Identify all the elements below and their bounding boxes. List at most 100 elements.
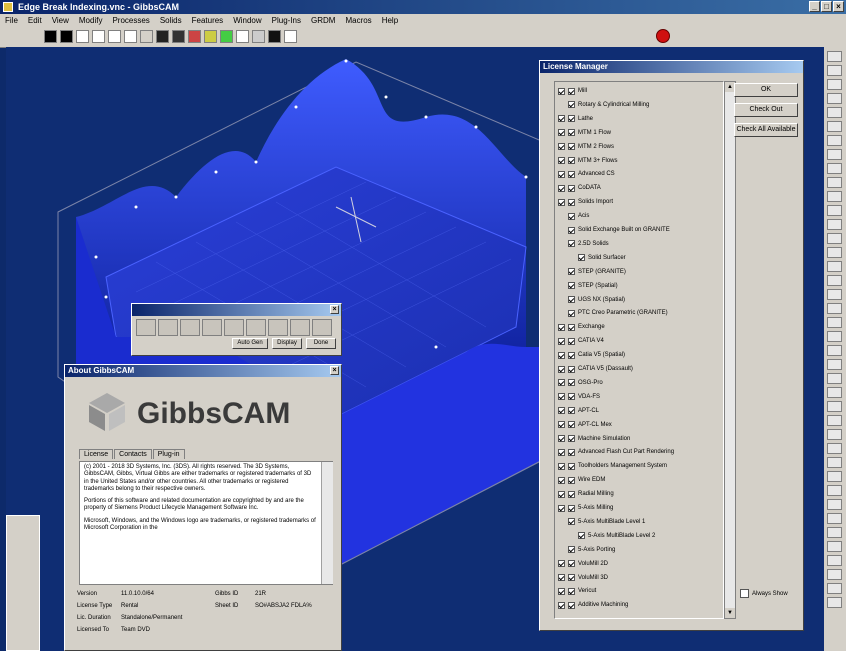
tool-button[interactable] [180, 319, 200, 336]
palette-button[interactable] [827, 275, 842, 286]
checkbox-icon[interactable] [558, 87, 565, 95]
menu-view[interactable]: View [47, 14, 74, 27]
checkbox-icon[interactable] [558, 574, 565, 581]
palette-button[interactable] [827, 219, 842, 230]
module-item[interactable]: Machine Simulation [558, 434, 630, 444]
minimize-button[interactable]: _ [809, 1, 820, 12]
checkbox-icon[interactable] [558, 587, 565, 595]
checkbox-icon[interactable] [558, 504, 565, 512]
module-item[interactable]: PTC Creo Parametric (GRANITE) [568, 308, 668, 318]
checkbox-icon[interactable] [558, 365, 565, 373]
checkbox-icon[interactable] [558, 448, 565, 456]
checkbox-icon[interactable] [568, 393, 575, 401]
tool-button[interactable] [268, 319, 288, 336]
module-item[interactable]: MTM 2 Flows [558, 142, 614, 152]
checkbox-icon[interactable] [568, 170, 575, 178]
checkbox-icon[interactable] [558, 198, 565, 206]
module-item[interactable]: UGS NX (Spatial) [568, 295, 625, 305]
palette-button[interactable] [827, 401, 842, 412]
palette-button[interactable] [827, 65, 842, 76]
module-list-scrollbar[interactable]: ▲ ▼ [724, 81, 736, 619]
palette-button[interactable] [827, 429, 842, 440]
checkbox-icon[interactable] [568, 240, 575, 248]
toolbar-button[interactable] [204, 30, 217, 43]
display-button[interactable]: Display [272, 338, 302, 349]
module-item[interactable]: APT-CL Mex [558, 420, 612, 430]
checkbox-icon[interactable] [568, 504, 575, 512]
toolbar-button[interactable] [236, 30, 249, 43]
module-item[interactable]: 5-Axis MultiBlade Level 1 [568, 517, 645, 527]
module-item[interactable]: 5-Axis Milling [558, 503, 613, 513]
module-item[interactable]: Vericut [558, 586, 596, 596]
palette-button[interactable] [827, 527, 842, 538]
checkbox-icon[interactable] [568, 157, 575, 164]
palette-button[interactable] [827, 387, 842, 398]
module-item[interactable]: Catia V5 (Spatial) [558, 350, 625, 360]
check-out-button[interactable]: Check Out [734, 103, 798, 117]
checkbox-icon[interactable] [568, 421, 575, 429]
module-item[interactable]: VDA-FS [558, 392, 600, 402]
checkbox-icon[interactable] [558, 476, 565, 484]
checkbox-icon[interactable] [568, 282, 575, 290]
checkbox-icon[interactable] [578, 254, 585, 262]
checkbox-icon[interactable] [568, 546, 575, 554]
toolbar-button[interactable] [172, 30, 185, 43]
checkbox-icon[interactable] [568, 574, 575, 581]
checkbox-icon[interactable] [558, 407, 565, 415]
palette-button[interactable] [827, 51, 842, 62]
palette-button[interactable] [827, 261, 842, 272]
checkbox-icon[interactable] [568, 490, 575, 498]
module-item[interactable]: VoluMill 2D [558, 559, 608, 569]
checkbox-icon[interactable] [558, 435, 565, 442]
tab-license[interactable]: License [79, 449, 114, 459]
module-item[interactable]: 5-Axis Porting [568, 545, 615, 555]
palette-button[interactable] [827, 569, 842, 580]
menu-window[interactable]: Window [228, 14, 266, 27]
module-item[interactable]: Solid Exchange Built on GRANITE [568, 225, 670, 235]
palette-button[interactable] [827, 331, 842, 342]
always-show-checkbox[interactable]: Always Show [740, 589, 788, 598]
checkbox-icon[interactable] [568, 212, 575, 220]
toolbar-button[interactable] [92, 30, 105, 43]
maximize-button[interactable]: □ [821, 1, 832, 12]
palette-button[interactable] [827, 163, 842, 174]
tool-button[interactable] [246, 319, 266, 336]
module-item[interactable]: 2.5D Solids [568, 239, 609, 249]
palette-button[interactable] [827, 415, 842, 426]
module-item[interactable]: Solids Import [558, 197, 613, 207]
checkbox-icon[interactable] [558, 560, 565, 568]
checkbox-icon[interactable] [568, 601, 575, 609]
checkbox-icon[interactable] [568, 448, 575, 456]
checkbox-icon[interactable] [558, 157, 565, 164]
palette-button[interactable] [827, 471, 842, 482]
palette-button[interactable] [827, 457, 842, 468]
tool-button[interactable] [312, 319, 332, 336]
menu-file[interactable]: File [0, 14, 23, 27]
checkbox-icon[interactable] [568, 101, 575, 109]
checkbox-icon[interactable] [558, 143, 565, 151]
checkbox-icon[interactable] [568, 296, 575, 303]
palette-button[interactable] [827, 499, 842, 510]
tool-button[interactable] [136, 319, 156, 336]
checkbox-icon[interactable] [558, 129, 565, 137]
checkbox-icon[interactable] [558, 601, 565, 609]
module-item[interactable]: Rotary & Cylindrical Milling [568, 100, 649, 110]
palette-button[interactable] [827, 233, 842, 244]
checkbox-icon[interactable] [568, 184, 575, 192]
menu-features[interactable]: Features [187, 14, 229, 27]
toolbar-button[interactable] [268, 30, 281, 43]
module-item[interactable]: MTM 1 Flow [558, 128, 611, 138]
module-item[interactable]: Lathe [558, 114, 593, 124]
module-item[interactable]: Advanced Flash Cut Part Rendering [558, 447, 674, 457]
tool-button[interactable] [224, 319, 244, 336]
checkbox-icon[interactable] [568, 365, 575, 373]
module-item[interactable]: Wire EDM [558, 475, 605, 485]
tool-button[interactable] [202, 319, 222, 336]
checkbox-icon[interactable] [568, 351, 575, 359]
module-item[interactable]: STEP (GRANITE) [568, 267, 626, 277]
menu-help[interactable]: Help [377, 14, 403, 27]
tab-contacts[interactable]: Contacts [114, 449, 152, 459]
checkbox-icon[interactable] [568, 337, 575, 345]
checkbox-icon[interactable] [568, 462, 575, 470]
module-item[interactable]: Advanced CS [558, 169, 615, 179]
